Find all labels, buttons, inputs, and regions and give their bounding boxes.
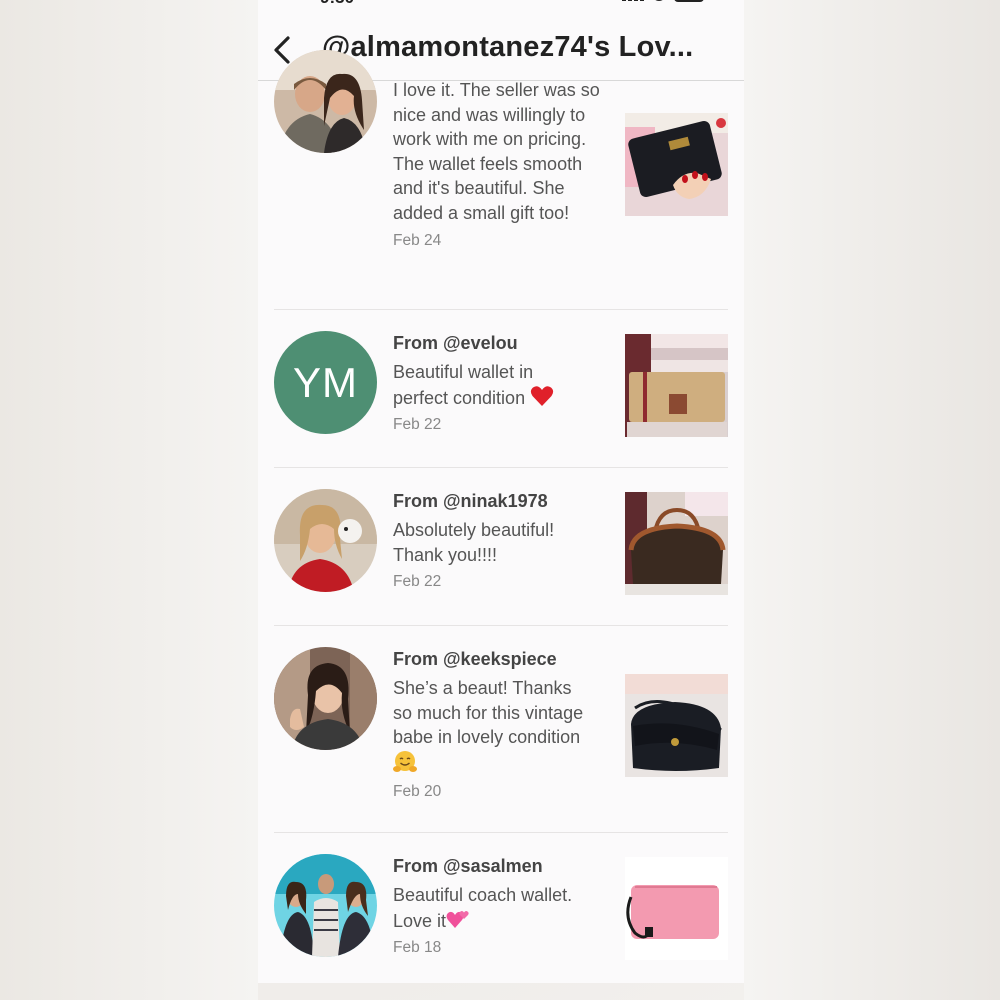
- review-date: Feb 20: [393, 783, 442, 801]
- blurred-background-left: [0, 0, 258, 1000]
- status-bar: 9:30 100: [258, 0, 744, 10]
- review-body: From @sasalmen Beautiful coach wallet. L…: [393, 854, 603, 957]
- reviewer-avatar[interactable]: [274, 489, 377, 592]
- review-date: Feb 22: [393, 416, 442, 434]
- review-text-wrap: She’s a beaut! Thanks so much for this v…: [393, 676, 593, 777]
- review-author[interactable]: From @ninak1978: [393, 489, 603, 513]
- reviewer-avatar[interactable]: [274, 50, 377, 153]
- reviewer-avatar[interactable]: [274, 854, 377, 957]
- divider: [274, 832, 728, 833]
- review-text-wrap: Beautiful wallet in perfect condition: [393, 360, 583, 410]
- review-item: YM From @evelou Beautiful wallet in perf…: [274, 331, 728, 461]
- item-thumbnail[interactable]: [625, 857, 728, 960]
- review-item: From @keekspiece She’s a beaut! Thanks s…: [274, 647, 728, 827]
- review-item: I love it. The seller was so nice and wa…: [274, 50, 728, 278]
- review-body: I love it. The seller was so nice and wa…: [393, 78, 603, 250]
- item-thumbnail[interactable]: [625, 674, 728, 777]
- status-time: 9:30: [320, 0, 354, 8]
- review-author[interactable]: From @sasalmen: [393, 854, 603, 878]
- wifi-icon: [652, 0, 666, 1]
- reviewer-avatar[interactable]: YM: [274, 331, 377, 434]
- hugging-face-icon: [393, 750, 417, 772]
- review-date: Feb 22: [393, 573, 442, 591]
- review-text: Beautiful coach wallet. Love it: [393, 885, 573, 931]
- review-item: From @ninak1978 Absolutely beautiful! Th…: [274, 489, 728, 619]
- review-date: Feb 24: [393, 231, 442, 249]
- review-item: From @sasalmen Beautiful coach wallet. L…: [274, 854, 728, 964]
- review-author[interactable]: From @keekspiece: [393, 647, 603, 671]
- review-text: I love it. The seller was so nice and wa…: [393, 80, 600, 223]
- review-author[interactable]: From @evelou: [393, 331, 603, 355]
- review-date: Feb 18: [393, 939, 442, 957]
- two-hearts-icon: [446, 910, 469, 928]
- page-title: @almamontanez74's Lov...: [322, 31, 694, 63]
- review-text: Beautiful wallet in perfect condition: [393, 362, 534, 408]
- divider: [274, 309, 728, 310]
- divider: [274, 467, 728, 468]
- item-thumbnail[interactable]: [625, 492, 728, 595]
- signal-icon: [622, 0, 644, 1]
- review-text: Absolutely beautiful! Thank you!!!!: [393, 520, 555, 565]
- heart-icon: [530, 385, 554, 406]
- review-text-wrap: Beautiful coach wallet. Love it: [393, 883, 598, 933]
- review-body: From @keekspiece She’s a beaut! Thanks s…: [393, 647, 603, 801]
- review-body: From @ninak1978 Absolutely beautiful! Th…: [393, 489, 603, 591]
- divider: [274, 625, 728, 626]
- reviewer-avatar[interactable]: [274, 647, 377, 750]
- review-body: From @evelou Beautiful wallet in perfect…: [393, 331, 603, 434]
- item-thumbnail[interactable]: [625, 334, 728, 437]
- phone-screen: 9:30 100 @almamontanez74's Lov...: [258, 0, 744, 983]
- review-text: She’s a beaut! Thanks so much for this v…: [393, 678, 584, 748]
- item-thumbnail[interactable]: [625, 113, 728, 216]
- status-icons: 100: [622, 0, 704, 2]
- battery-icon: 100: [674, 0, 704, 2]
- blurred-background-right: [744, 0, 1000, 1000]
